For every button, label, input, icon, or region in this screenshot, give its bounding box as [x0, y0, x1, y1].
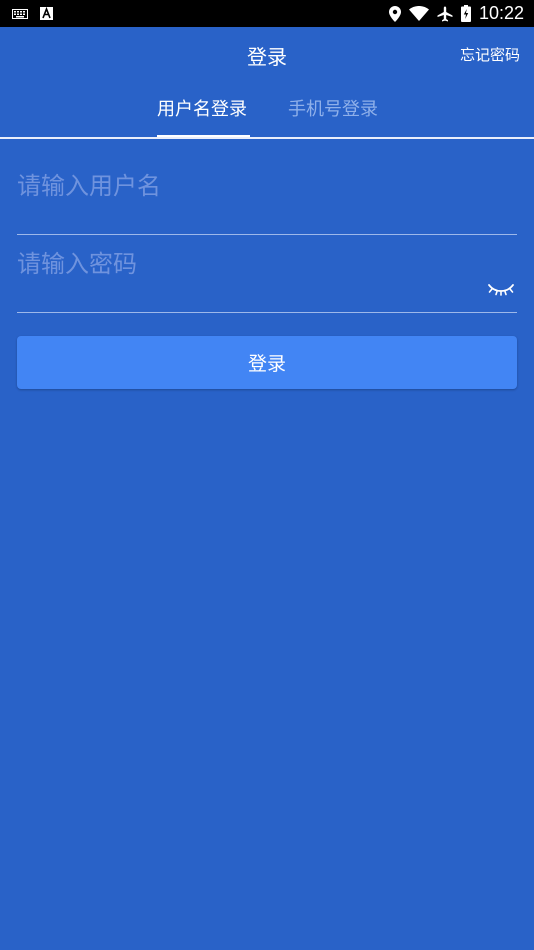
status-right-icons: 10:22 [388, 3, 524, 24]
keyboard-icon [12, 8, 28, 19]
app-bar: 登录 忘记密码 [0, 27, 534, 83]
tabs-divider [0, 137, 534, 139]
username-input[interactable] [17, 169, 477, 203]
eye-closed-icon[interactable] [487, 279, 515, 301]
airplane-icon [437, 6, 453, 22]
login-button[interactable]: 登录 [17, 336, 517, 389]
username-field [17, 157, 517, 235]
status-left-icons [12, 7, 53, 20]
status-bar: 10:22 [0, 0, 534, 27]
page-title: 登录 [247, 44, 287, 69]
password-field [17, 235, 517, 313]
tab-username-login[interactable]: 用户名登录 [157, 95, 247, 121]
tab-phone-login[interactable]: 手机号登录 [288, 95, 378, 121]
location-icon [388, 5, 401, 22]
text-a-icon [40, 7, 53, 20]
login-tabs: 用户名登录 手机号登录 [0, 83, 534, 139]
status-time: 10:22 [478, 3, 524, 23]
password-input[interactable] [17, 247, 477, 281]
wifi-icon [408, 6, 429, 21]
forgot-password-link[interactable]: 忘记密码 [460, 44, 520, 65]
battery-icon [460, 5, 471, 22]
